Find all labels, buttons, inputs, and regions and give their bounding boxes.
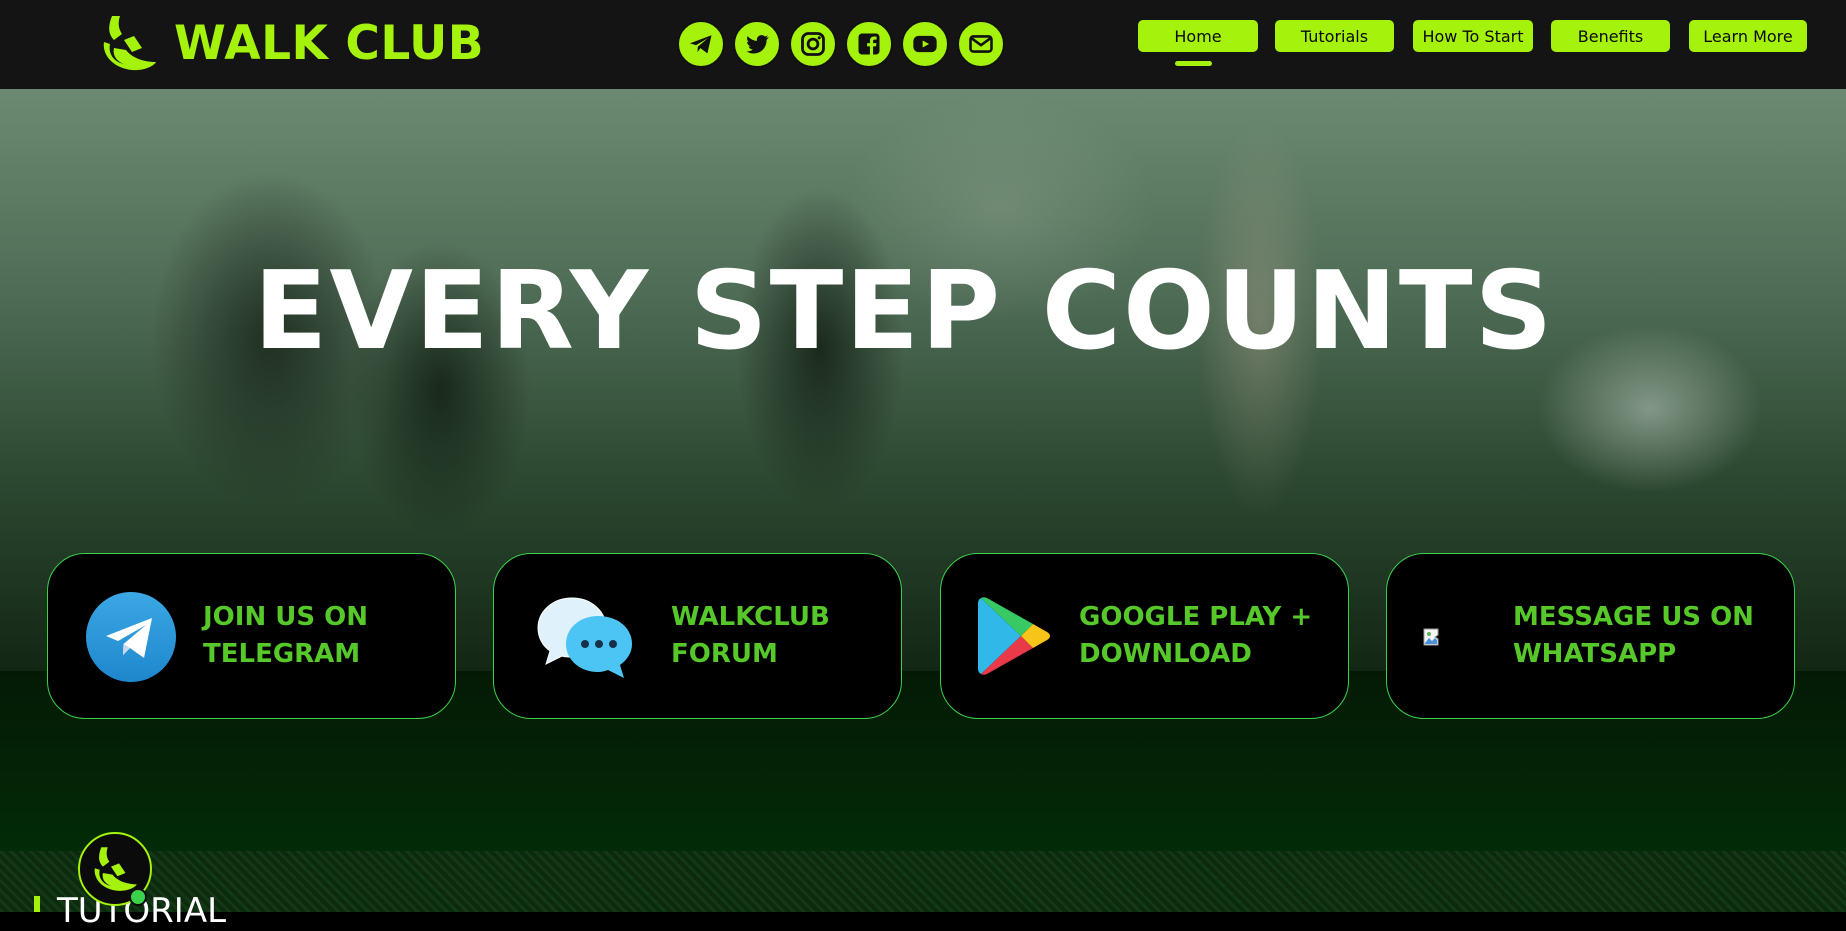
chat-bubbles-icon [537,597,632,678]
broken-image-icon [1423,628,1439,646]
nav-home[interactable]: Home [1138,20,1258,52]
telegram-icon [86,592,176,682]
card-telegram[interactable]: JOIN US ON TELEGRAM [47,553,456,719]
card-google-play[interactable]: GOOGLE PLAY + DOWNLOAD [940,553,1349,719]
card-forum[interactable]: WALKCLUB FORUM [493,553,902,719]
card-telegram-label: JOIN US ON TELEGRAM [203,602,369,669]
walk-club-logo-icon [94,847,137,891]
nav-active-indicator [1175,61,1212,66]
site-header: WALK CLUB Home Tutorials How To Start Be… [0,0,1846,89]
card-forum-label: WALKCLUB FORUM [671,602,830,669]
card-google-play-label: GOOGLE PLAY + DOWNLOAD [1079,602,1313,669]
tutorial-accent-bar [34,896,40,912]
nav-benefits[interactable]: Benefits [1551,20,1670,52]
hero-title: EVERY STEP COUNTS [253,249,1555,374]
google-play-icon [978,597,1050,675]
card-whatsapp[interactable]: MESSAGE US ON WHATSAPP [1386,553,1795,719]
online-status-dot [129,888,147,906]
card-whatsapp-label: MESSAGE US ON WHATSAPP [1513,602,1754,669]
tutorial-section-bg [0,851,1846,912]
nav-learn-more[interactable]: Learn More [1689,20,1807,52]
nav-how-to-start[interactable]: How To Start [1413,20,1533,52]
main-nav: Home Tutorials How To Start Benefits Lea… [0,20,1846,60]
nav-tutorials[interactable]: Tutorials [1275,20,1394,52]
